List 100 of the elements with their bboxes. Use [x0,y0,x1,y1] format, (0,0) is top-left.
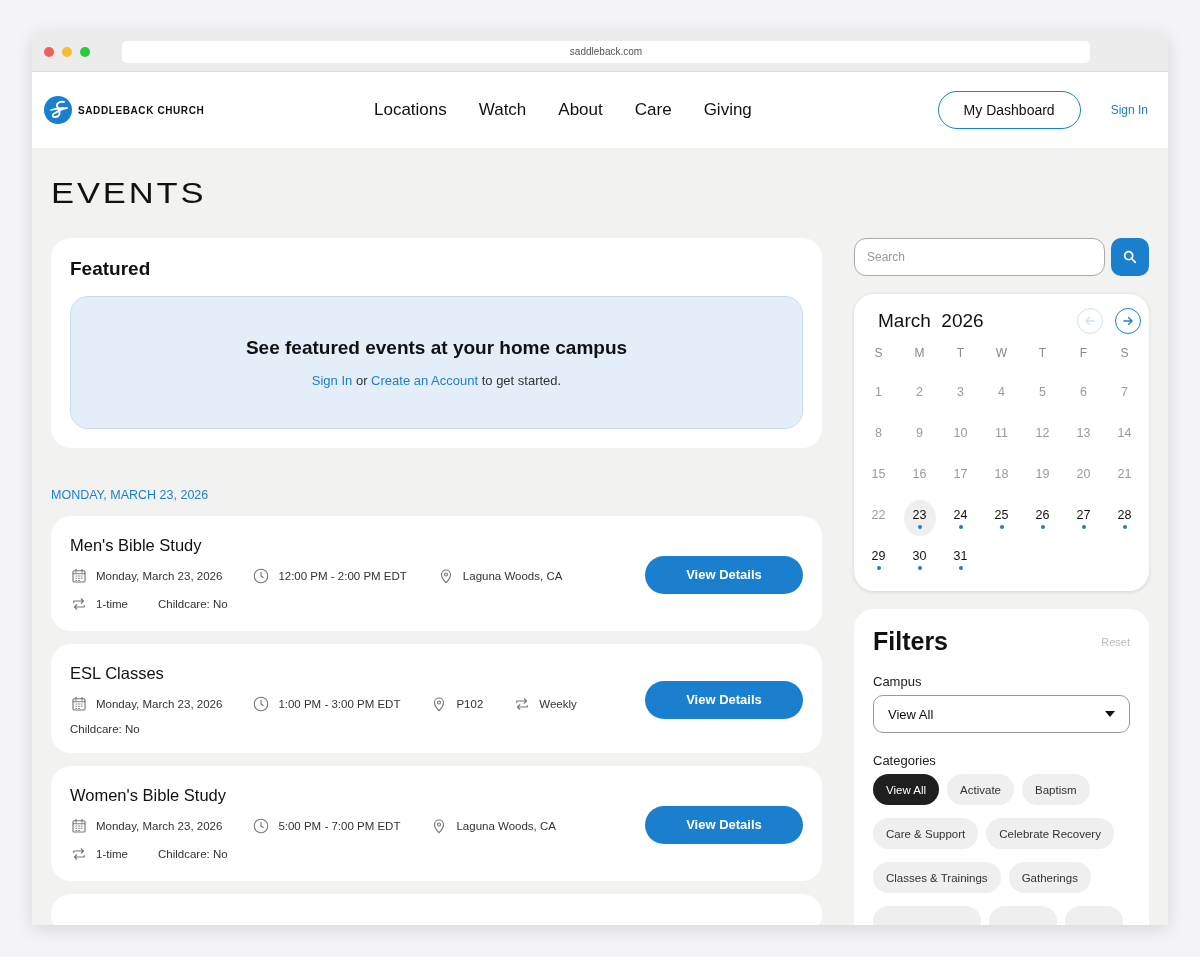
calendar-day[interactable]: 24 [944,500,977,536]
event-location: Laguna Woods, CA [456,820,556,832]
calendar-day[interactable]: 25 [985,500,1018,536]
nav-link[interactable]: Locations [374,100,447,120]
create-account-link[interactable]: Create an Account [371,373,479,388]
nav-link[interactable]: Care [634,100,672,120]
calendar-day[interactable]: 22 [862,500,895,536]
page-title: EVENTS [51,176,207,210]
caret-icon [1105,711,1115,717]
calendar-day[interactable]: 31 [944,541,977,577]
category-chip[interactable]: Activate [947,774,1014,805]
event-date: Monday, March 23, 2026 [96,698,223,710]
event-childcare: Childcare: No [157,598,228,610]
close-dot[interactable] [44,46,54,57]
calendar-day[interactable]: 18 [985,459,1018,495]
search-button[interactable] [1111,238,1149,276]
nav-link[interactable]: Watch [478,100,527,120]
calendar-day[interactable]: 17 [944,459,977,495]
calendar-day[interactable]: 2 [903,377,936,413]
weekday-label: M [913,346,926,362]
campus-dropdown[interactable]: View All [873,695,1130,733]
sign-in-link[interactable]: Sign In [311,373,353,388]
view-details-button[interactable]: View Details [645,680,803,719]
calendar-day[interactable]: 15 [862,459,895,495]
calendar-day[interactable]: 16 [903,459,936,495]
category-chip[interactable]: Classes & Trainings [873,862,1001,893]
weekday-label: W [994,346,1009,362]
calendar-month: March 2026 [878,310,985,332]
event-time: 12:00 PM - 2:00 PM EDT [278,570,407,582]
view-details-button[interactable]: View Details [645,805,803,844]
calendar-day[interactable]: 28 [1108,500,1141,536]
search-field[interactable]: Search [854,238,1105,276]
calendar-day[interactable]: 26 [1026,500,1059,536]
weekday-label: T [1037,346,1048,362]
campus-label: Campus [873,674,923,689]
repeat-icon [70,845,88,863]
calendar-icon [70,567,88,585]
category-chip[interactable]: View All [873,774,940,805]
date-heading: MONDAY, MARCH 23, 2026 [51,488,210,502]
left-arrow-icon [1083,314,1097,328]
featured-heading: See featured events at your home campus [245,337,628,359]
search-icon [1122,249,1138,265]
event-childcare: Childcare: No [70,723,140,735]
right-arrow-icon [1121,314,1135,328]
event-date: Monday, March 23, 2026 [96,820,223,832]
weekday-label: T [955,346,966,362]
event-time: 1:00 PM - 3:00 PM EDT [278,698,401,710]
calendar-day[interactable]: 7 [1108,377,1141,413]
calendar-day[interactable]: 8 [862,418,895,454]
event-title: ESL Classes [70,664,165,683]
view-details-button[interactable]: View Details [645,555,803,594]
nav-link[interactable]: Giving [703,100,752,120]
calendar-day[interactable]: 20 [1067,459,1100,495]
calendar-day[interactable]: 21 [1108,459,1141,495]
dashboard-button[interactable]: My Dashboard [937,91,1081,129]
address-bar[interactable]: saddleback.com [122,40,1090,63]
calendar-day[interactable]: 30 [903,541,936,577]
calendar-day[interactable]: 23 [903,500,936,536]
clock-icon [252,695,271,713]
weekday-label: S [873,346,884,362]
event-date: Monday, March 23, 2026 [96,570,223,582]
calendar-day[interactable]: 12 [1026,418,1059,454]
calendar-day[interactable]: 29 [862,541,895,577]
calendar-day[interactable]: 1 [862,377,895,413]
calendar-day[interactable]: 6 [1067,377,1100,413]
calendar-day[interactable]: 3 [944,377,977,413]
event-recurrence: Weekly [539,698,577,710]
calendar-day[interactable]: 10 [944,418,977,454]
featured-title: Featured [70,258,152,280]
category-chip[interactable]: Care & Support [873,818,979,849]
clock-icon [252,817,271,835]
categories-label: Categories [873,753,937,768]
event-title: Women's Bible Study [70,786,227,805]
event-recurrence: 1-time [96,848,128,860]
repeat-icon [70,595,88,613]
maximize-dot[interactable] [80,46,90,57]
category-chip[interactable]: Gatherings [1008,862,1091,893]
category-chip[interactable]: Celebrate Recovery [986,818,1114,849]
event-recurrence: 1-time [96,598,128,610]
filters-title: Filters [873,627,949,656]
calendar-icon [70,817,88,835]
sign-in-link[interactable]: Sign In [1110,103,1148,117]
nav-link[interactable]: About [558,100,603,120]
weekday-label: S [1119,346,1130,362]
brand-name: SADDLEBACK CHURCH [78,104,205,116]
event-time: 5:00 PM - 7:00 PM EDT [278,820,401,832]
event-title: Men's Bible Study [70,536,203,555]
calendar-day[interactable]: 19 [1026,459,1059,495]
calendar-day[interactable]: 4 [985,377,1018,413]
calendar-day[interactable]: 9 [903,418,936,454]
calendar-day[interactable]: 5 [1026,377,1059,413]
calendar-day[interactable]: 27 [1067,500,1100,536]
next-month-button[interactable] [1115,308,1141,334]
church-logo-icon [44,96,72,124]
weekday-label: F [1078,346,1089,362]
category-chip[interactable]: Baptism [1022,774,1090,805]
calendar-day[interactable]: 11 [985,418,1018,454]
calendar-day[interactable]: 13 [1067,418,1100,454]
calendar-day[interactable]: 14 [1108,418,1141,454]
minimize-dot[interactable] [62,46,72,57]
